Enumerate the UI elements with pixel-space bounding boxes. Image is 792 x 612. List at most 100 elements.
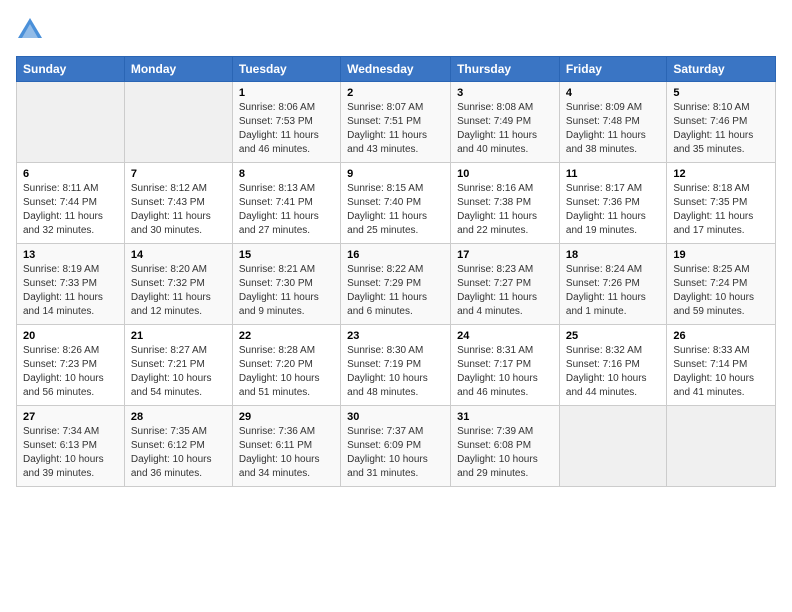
- day-number: 15: [239, 249, 334, 261]
- calendar-cell: 30 Sunrise: 7:37 AMSunset: 6:09 PMDayligh…: [341, 406, 451, 487]
- calendar-cell: 2 Sunrise: 8:07 AMSunset: 7:51 PMDaylight…: [341, 82, 451, 163]
- day-number: 1: [239, 87, 334, 99]
- day-info: Sunrise: 8:17 AMSunset: 7:36 PMDaylight:…: [566, 182, 660, 238]
- day-info: Sunrise: 8:09 AMSunset: 7:48 PMDaylight:…: [566, 101, 660, 157]
- day-info: Sunrise: 8:32 AMSunset: 7:16 PMDaylight:…: [566, 344, 660, 400]
- day-number: 2: [347, 87, 444, 99]
- day-info: Sunrise: 7:37 AMSunset: 6:09 PMDaylight:…: [347, 425, 444, 481]
- day-info: Sunrise: 8:33 AMSunset: 7:14 PMDaylight:…: [673, 344, 769, 400]
- weekday-header-friday: Friday: [559, 57, 666, 82]
- calendar-cell: 22 Sunrise: 8:28 AMSunset: 7:20 PMDayligh…: [232, 325, 340, 406]
- calendar-week-row: 1 Sunrise: 8:06 AMSunset: 7:53 PMDaylight…: [17, 82, 776, 163]
- day-number: 14: [131, 249, 226, 261]
- day-number: 20: [23, 330, 118, 342]
- calendar-cell: 1 Sunrise: 8:06 AMSunset: 7:53 PMDaylight…: [232, 82, 340, 163]
- day-number: 27: [23, 411, 118, 423]
- day-number: 19: [673, 249, 769, 261]
- day-info: Sunrise: 8:22 AMSunset: 7:29 PMDaylight:…: [347, 263, 444, 319]
- day-number: 24: [457, 330, 553, 342]
- calendar-cell: [559, 406, 666, 487]
- day-number: 17: [457, 249, 553, 261]
- calendar-header-row: SundayMondayTuesdayWednesdayThursdayFrid…: [17, 57, 776, 82]
- day-number: 13: [23, 249, 118, 261]
- calendar-cell: 13 Sunrise: 8:19 AMSunset: 7:33 PMDayligh…: [17, 244, 125, 325]
- day-info: Sunrise: 8:11 AMSunset: 7:44 PMDaylight:…: [23, 182, 118, 238]
- calendar-cell: 27 Sunrise: 7:34 AMSunset: 6:13 PMDayligh…: [17, 406, 125, 487]
- day-info: Sunrise: 8:31 AMSunset: 7:17 PMDaylight:…: [457, 344, 553, 400]
- calendar-cell: 29 Sunrise: 7:36 AMSunset: 6:11 PMDayligh…: [232, 406, 340, 487]
- calendar-cell: 14 Sunrise: 8:20 AMSunset: 7:32 PMDayligh…: [124, 244, 232, 325]
- calendar-cell: 23 Sunrise: 8:30 AMSunset: 7:19 PMDayligh…: [341, 325, 451, 406]
- day-info: Sunrise: 8:07 AMSunset: 7:51 PMDaylight:…: [347, 101, 444, 157]
- calendar-cell: 25 Sunrise: 8:32 AMSunset: 7:16 PMDayligh…: [559, 325, 666, 406]
- day-number: 29: [239, 411, 334, 423]
- weekday-header-tuesday: Tuesday: [232, 57, 340, 82]
- day-number: 9: [347, 168, 444, 180]
- day-number: 5: [673, 87, 769, 99]
- day-info: Sunrise: 8:24 AMSunset: 7:26 PMDaylight:…: [566, 263, 660, 319]
- day-info: Sunrise: 8:23 AMSunset: 7:27 PMDaylight:…: [457, 263, 553, 319]
- day-number: 21: [131, 330, 226, 342]
- day-number: 18: [566, 249, 660, 261]
- weekday-header-wednesday: Wednesday: [341, 57, 451, 82]
- calendar-cell: 9 Sunrise: 8:15 AMSunset: 7:40 PMDaylight…: [341, 163, 451, 244]
- weekday-header-sunday: Sunday: [17, 57, 125, 82]
- day-info: Sunrise: 7:36 AMSunset: 6:11 PMDaylight:…: [239, 425, 334, 481]
- calendar-cell: 5 Sunrise: 8:10 AMSunset: 7:46 PMDaylight…: [667, 82, 776, 163]
- day-info: Sunrise: 8:06 AMSunset: 7:53 PMDaylight:…: [239, 101, 334, 157]
- logo: [16, 16, 46, 44]
- calendar-cell: 28 Sunrise: 7:35 AMSunset: 6:12 PMDayligh…: [124, 406, 232, 487]
- day-number: 16: [347, 249, 444, 261]
- calendar-cell: 4 Sunrise: 8:09 AMSunset: 7:48 PMDaylight…: [559, 82, 666, 163]
- calendar-cell: 20 Sunrise: 8:26 AMSunset: 7:23 PMDayligh…: [17, 325, 125, 406]
- weekday-header-thursday: Thursday: [451, 57, 560, 82]
- calendar-cell: 8Sunrise: 8:13 AMSunset: 7:41 PMDaylight…: [232, 163, 340, 244]
- calendar-cell: 7 Sunrise: 8:12 AMSunset: 7:43 PMDaylight…: [124, 163, 232, 244]
- day-number: 11: [566, 168, 660, 180]
- calendar-cell: [124, 82, 232, 163]
- day-number: 30: [347, 411, 444, 423]
- calendar-cell: 12Sunrise: 8:18 AMSunset: 7:35 PMDayligh…: [667, 163, 776, 244]
- day-number: 3: [457, 87, 553, 99]
- day-number: 12: [673, 168, 769, 180]
- calendar-week-row: 27 Sunrise: 7:34 AMSunset: 6:13 PMDayligh…: [17, 406, 776, 487]
- day-info: Sunrise: 7:35 AMSunset: 6:12 PMDaylight:…: [131, 425, 226, 481]
- calendar-cell: 16 Sunrise: 8:22 AMSunset: 7:29 PMDayligh…: [341, 244, 451, 325]
- day-number: 22: [239, 330, 334, 342]
- day-info: Sunrise: 8:25 AMSunset: 7:24 PMDaylight:…: [673, 263, 769, 319]
- logo-icon: [16, 16, 44, 44]
- page-header: [16, 16, 776, 44]
- day-number: 28: [131, 411, 226, 423]
- day-info: Sunrise: 8:20 AMSunset: 7:32 PMDaylight:…: [131, 263, 226, 319]
- day-number: 6: [23, 168, 118, 180]
- day-info: Sunrise: 8:19 AMSunset: 7:33 PMDaylight:…: [23, 263, 118, 319]
- weekday-header-monday: Monday: [124, 57, 232, 82]
- day-info: Sunrise: 8:28 AMSunset: 7:20 PMDaylight:…: [239, 344, 334, 400]
- calendar-cell: 11 Sunrise: 8:17 AMSunset: 7:36 PMDayligh…: [559, 163, 666, 244]
- calendar-week-row: 20 Sunrise: 8:26 AMSunset: 7:23 PMDayligh…: [17, 325, 776, 406]
- calendar-cell: 15 Sunrise: 8:21 AMSunset: 7:30 PMDayligh…: [232, 244, 340, 325]
- calendar-table: SundayMondayTuesdayWednesdayThursdayFrid…: [16, 56, 776, 487]
- day-number: 4: [566, 87, 660, 99]
- day-info: Sunrise: 8:30 AMSunset: 7:19 PMDaylight:…: [347, 344, 444, 400]
- day-info: Sunrise: 8:16 AMSunset: 7:38 PMDaylight:…: [457, 182, 553, 238]
- day-number: 10: [457, 168, 553, 180]
- calendar-cell: 3 Sunrise: 8:08 AMSunset: 7:49 PMDaylight…: [451, 82, 560, 163]
- day-number: 31: [457, 411, 553, 423]
- day-info: Sunrise: 8:10 AMSunset: 7:46 PMDaylight:…: [673, 101, 769, 157]
- day-info: Sunrise: 8:12 AMSunset: 7:43 PMDaylight:…: [131, 182, 226, 238]
- day-info: Sunrise: 8:15 AMSunset: 7:40 PMDaylight:…: [347, 182, 444, 238]
- calendar-cell: 17 Sunrise: 8:23 AMSunset: 7:27 PMDayligh…: [451, 244, 560, 325]
- day-info: Sunrise: 8:21 AMSunset: 7:30 PMDaylight:…: [239, 263, 334, 319]
- day-number: 23: [347, 330, 444, 342]
- day-number: 25: [566, 330, 660, 342]
- day-info: Sunrise: 7:34 AMSunset: 6:13 PMDaylight:…: [23, 425, 118, 481]
- day-info: Sunrise: 8:08 AMSunset: 7:49 PMDaylight:…: [457, 101, 553, 157]
- calendar-cell: 18 Sunrise: 8:24 AMSunset: 7:26 PMDayligh…: [559, 244, 666, 325]
- calendar-week-row: 13 Sunrise: 8:19 AMSunset: 7:33 PMDayligh…: [17, 244, 776, 325]
- calendar-cell: 31Sunrise: 7:39 AMSunset: 6:08 PMDayligh…: [451, 406, 560, 487]
- day-number: 26: [673, 330, 769, 342]
- day-info: Sunrise: 8:26 AMSunset: 7:23 PMDaylight:…: [23, 344, 118, 400]
- calendar-cell: 26 Sunrise: 8:33 AMSunset: 7:14 PMDayligh…: [667, 325, 776, 406]
- day-number: 7: [131, 168, 226, 180]
